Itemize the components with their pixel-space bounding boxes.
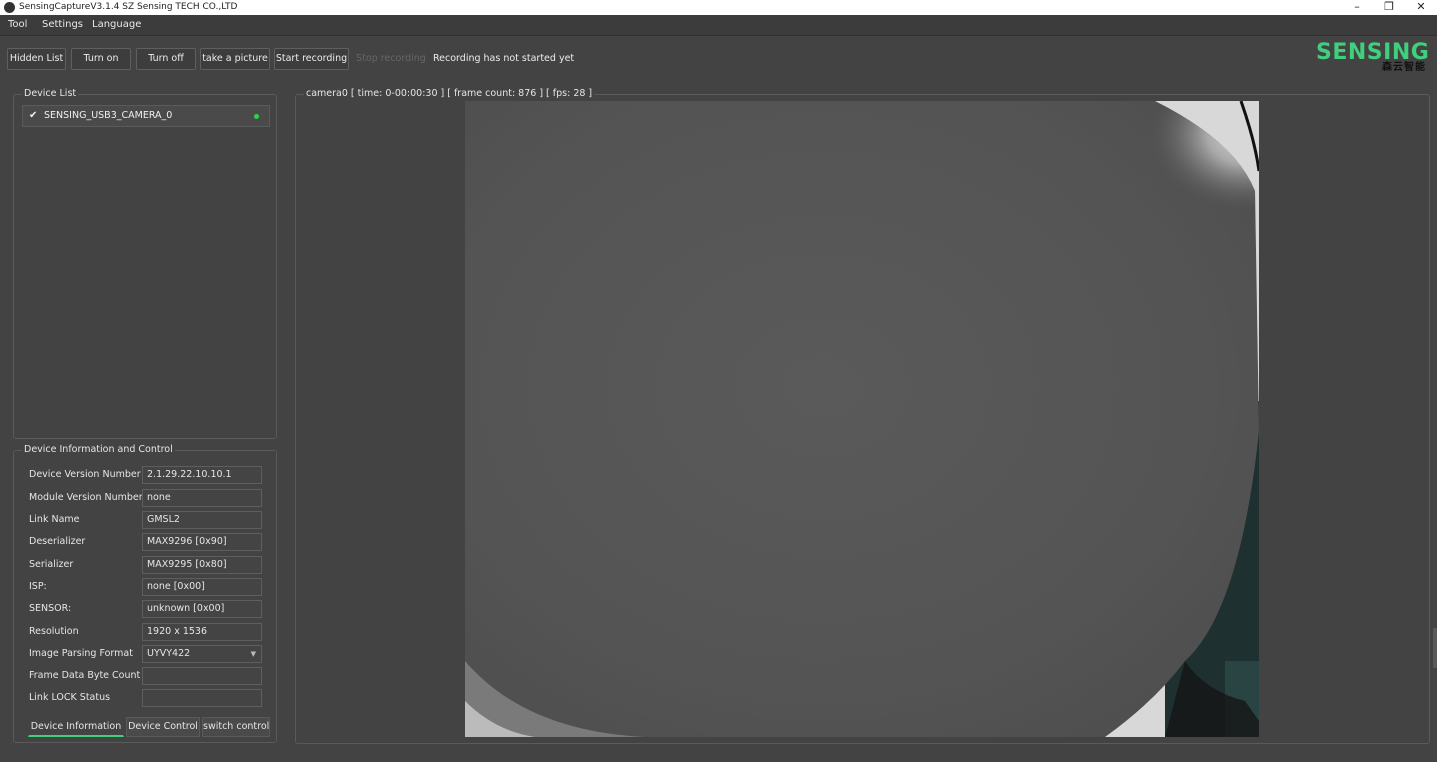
sensing-logo: SENSING 森云智能 bbox=[1316, 40, 1429, 76]
turn-off-button[interactable]: Turn off bbox=[136, 48, 196, 70]
tab-device-information[interactable]: Device Information bbox=[28, 717, 124, 737]
frame-byte-count-field[interactable] bbox=[142, 667, 262, 685]
info-label: Device Version Number bbox=[29, 469, 141, 480]
device-list-item[interactable]: ✔ SENSING_USB3_CAMERA_0 bbox=[22, 105, 270, 127]
image-format-select[interactable]: UYVY422 ▼ bbox=[142, 645, 262, 663]
info-label: Link Name bbox=[29, 514, 80, 525]
device-info-title: Device Information and Control bbox=[22, 444, 175, 456]
device-list-title: Device List bbox=[22, 88, 79, 100]
device-list-panel: Device List ✔ SENSING_USB3_CAMERA_0 bbox=[13, 88, 277, 439]
info-label: Frame Data Byte Count bbox=[29, 670, 141, 681]
deserializer-field[interactable]: MAX9296 [0x90] bbox=[142, 533, 262, 551]
isp-field[interactable]: none [0x00] bbox=[142, 578, 262, 596]
stop-recording-button[interactable]: Stop recording bbox=[353, 48, 429, 70]
take-picture-button[interactable]: take a picture bbox=[200, 48, 270, 70]
close-icon[interactable]: ✕ bbox=[1406, 0, 1436, 15]
device-name: SENSING_USB3_CAMERA_0 bbox=[44, 110, 173, 121]
connection-status-icon bbox=[254, 114, 259, 119]
sensor-field[interactable]: unknown [0x00] bbox=[142, 600, 262, 618]
check-icon: ✔ bbox=[29, 110, 38, 121]
link-lock-status-field[interactable] bbox=[142, 689, 262, 707]
menu-bar: Tool Settings Language bbox=[0, 15, 1437, 36]
start-recording-button[interactable]: Start recording bbox=[274, 48, 349, 70]
info-label: Serializer bbox=[29, 559, 74, 570]
serializer-field[interactable]: MAX9295 [0x80] bbox=[142, 556, 262, 574]
info-label: Image Parsing Format bbox=[29, 648, 133, 659]
link-name-field[interactable]: GMSL2 bbox=[142, 511, 262, 529]
camera-status-title: camera0 [ time: 0-00:00:30 ] [ frame cou… bbox=[304, 88, 595, 100]
info-label: ISP: bbox=[29, 581, 47, 592]
tab-device-control[interactable]: Device Control bbox=[126, 717, 200, 737]
chevron-down-icon: ▼ bbox=[250, 650, 256, 658]
right-scroll-handle[interactable] bbox=[1433, 628, 1437, 668]
menu-tool[interactable]: Tool bbox=[8, 15, 27, 35]
device-info-panel: Device Information and Control Device Ve… bbox=[13, 444, 277, 743]
logo-subtitle: 森云智能 bbox=[1382, 62, 1426, 73]
restore-icon[interactable]: ❐ bbox=[1374, 0, 1404, 15]
info-label: Link LOCK Status bbox=[29, 692, 111, 703]
info-label: Resolution bbox=[29, 626, 79, 637]
info-label: SENSOR: bbox=[29, 603, 72, 614]
hidden-list-button[interactable]: Hidden List bbox=[7, 48, 66, 70]
turn-on-button[interactable]: Turn on bbox=[71, 48, 131, 70]
window-title: SensingCaptureV3.1.4 SZ Sensing TECH CO.… bbox=[19, 2, 238, 12]
tab-switch-control[interactable]: switch control bbox=[202, 717, 270, 737]
recording-status: Recording has not started yet bbox=[433, 53, 575, 64]
camera-video-frame[interactable] bbox=[465, 101, 1259, 737]
title-bar: SensingCaptureV3.1.4 SZ Sensing TECH CO.… bbox=[0, 0, 1437, 15]
menu-language[interactable]: Language bbox=[92, 15, 141, 35]
app-icon bbox=[4, 2, 15, 13]
device-version-field[interactable]: 2.1.29.22.10.10.1 bbox=[142, 466, 262, 484]
camera-preview-panel: camera0 [ time: 0-00:00:30 ] [ frame cou… bbox=[295, 88, 1430, 744]
info-label: Deserializer bbox=[29, 536, 86, 547]
minimize-icon[interactable]: – bbox=[1342, 0, 1372, 15]
menu-settings[interactable]: Settings bbox=[42, 15, 83, 35]
image-format-value: UYVY422 bbox=[147, 648, 191, 659]
resolution-field[interactable]: 1920 x 1536 bbox=[142, 623, 262, 641]
info-label: Module Version Number bbox=[29, 492, 143, 503]
camera-image bbox=[465, 101, 1259, 737]
module-version-field[interactable]: none bbox=[142, 489, 262, 507]
